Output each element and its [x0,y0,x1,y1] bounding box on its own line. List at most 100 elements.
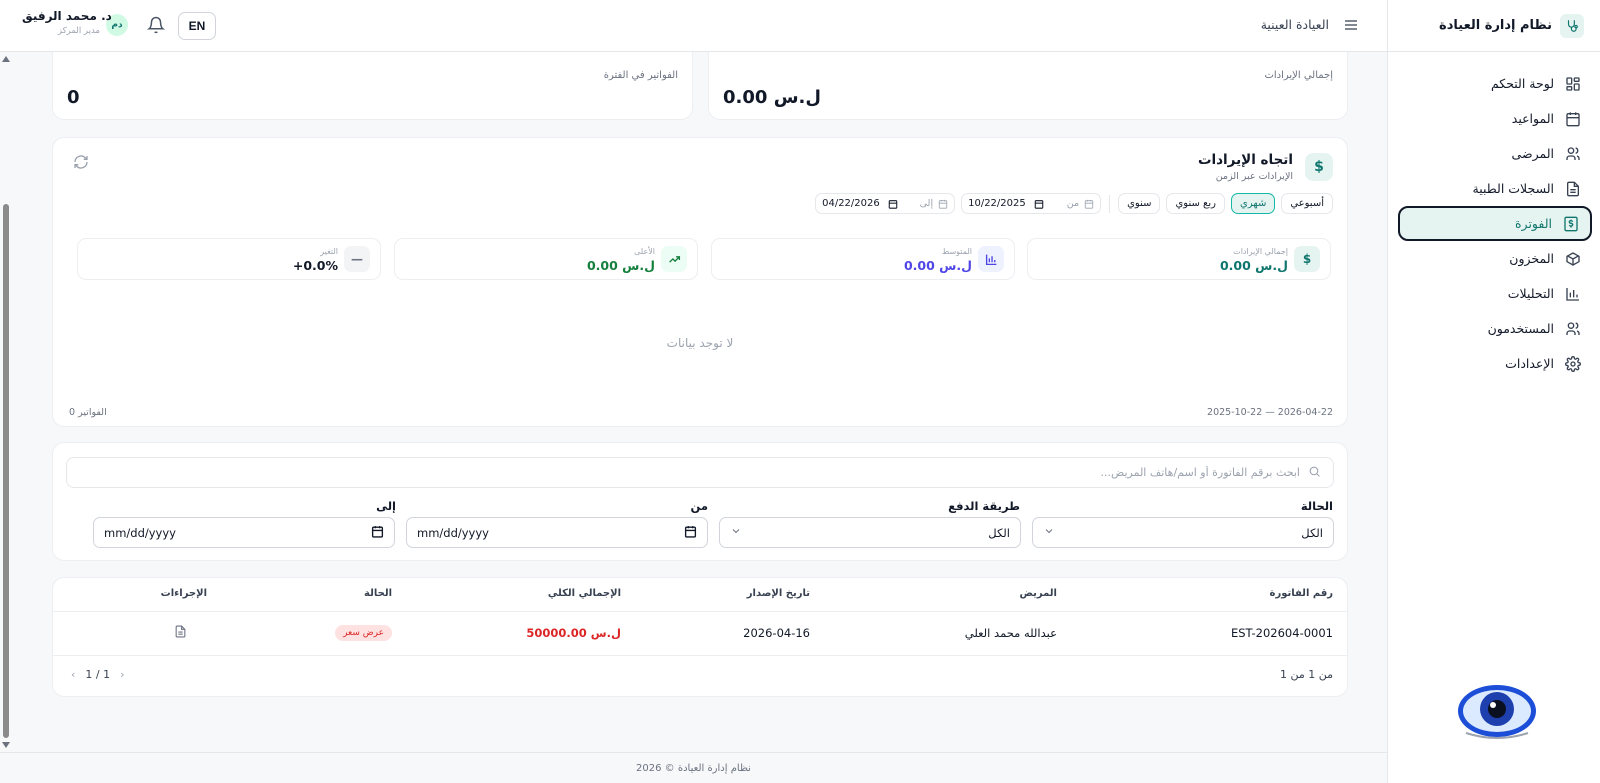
scroll-up-arrow-icon[interactable] [2,56,10,62]
users-icon [1564,145,1582,163]
dollar-icon: $ [1294,246,1320,272]
sidebar-item-label: المواعيد [1511,111,1554,126]
main-content: إجمالي الإيرادات ل.س 0.00 الفواتير في ال… [0,52,1387,752]
scrollbar-thumb[interactable] [3,204,9,738]
status-label: الحالة [1300,499,1333,513]
column-header-number[interactable]: رقم الفاتورة [1270,588,1333,599]
date-from-input[interactable]: mm/dd/yyyy [406,517,708,548]
file-icon [1564,180,1582,198]
summary-average-card: المتوسط ل.س 0.00 [711,238,1015,280]
document-icon[interactable] [174,625,187,641]
period-quarterly-button[interactable]: ربع سنوي [1166,193,1225,214]
from-date-label: من [1066,198,1080,209]
menu-icon[interactable] [1343,17,1359,33]
calendar-picker-icon[interactable] [1034,199,1044,209]
period-weekly-button[interactable]: أسبوعي [1281,193,1333,214]
chevron-left-icon[interactable]: ‹ [71,668,75,681]
revenue-trend-card: $ اتجاه الإيرادات الإيرادات عبر الزمن أس… [52,137,1348,427]
clinic-name: العيادة العينية [1260,17,1329,32]
search-input[interactable] [79,466,1300,479]
minus-icon: — [344,246,370,272]
sidebar-item-appointments[interactable]: المواعيد [1398,101,1592,136]
divider [53,611,1347,612]
app-title: نظام إدارة العيادة [1439,18,1552,33]
calendar-picker-icon[interactable] [684,525,697,541]
dollar-icon [1562,215,1580,233]
column-header-status[interactable]: الحالة [364,588,392,599]
divider [1109,194,1111,213]
date-from-value: mm/dd/yyyy [417,525,489,540]
trending-up-icon [661,246,687,272]
from-date-value: 10/22/2025 [968,198,1026,209]
calendar-picker-icon[interactable] [888,199,898,209]
total-revenue-card: إجمالي الإيرادات ل.س 0.00 [708,52,1348,120]
language-button[interactable]: EN [178,12,216,40]
chevron-down-icon [1043,525,1055,540]
bell-icon[interactable] [146,16,166,34]
calendar-picker-icon[interactable] [371,525,384,541]
chevron-right-icon[interactable]: › [120,668,124,681]
sidebar-item-dashboard[interactable]: لوحة التحكم [1398,66,1592,101]
empty-state: لا توجد بيانات [666,336,734,350]
stat-value: 0 [67,87,80,108]
sidebar-item-users[interactable]: المستخدمون [1398,311,1592,346]
summary-label: المتوسط [941,247,972,256]
topbar: العيادة العينية EN دم د. محمد الرفيق مدي… [0,0,1387,52]
sidebar-item-analytics[interactable]: التحليلات [1398,276,1592,311]
pagination: ‹ 1 / 1 › [71,668,125,681]
to-date-value-wrap: 04/22/2026 [822,198,898,209]
sidebar-item-label: الإعدادات [1505,356,1554,371]
summary-value: +0.0% [292,258,338,273]
payment-method-label: طريقة الدفع [948,499,1020,513]
invoice-count-text: 0 الفواتير [69,407,107,418]
scroll-down-arrow-icon[interactable] [2,742,10,748]
footer: نظام إدارة العيادة © 2026 [0,752,1387,783]
page-indicator: 1 / 1 [85,668,111,681]
issue-date: 2026-04-16 [743,626,810,640]
period-filters: أسبوعي شهري ربع سنوي سنوي من 10/22/2025 … [815,193,1333,214]
to-date-label: إلى [919,198,934,209]
eye-logo-icon [1458,685,1536,739]
sidebar-item-billing[interactable]: الفوترة [1398,206,1592,241]
sidebar-item-medical-records[interactable]: السجلات الطبية [1398,171,1592,206]
date-to-value: mm/dd/yyyy [104,525,176,540]
sidebar-nav: لوحة التحكم المواعيد المرضى السجلات الطب… [1388,52,1600,381]
stat-label: إجمالي الإيرادات [1264,70,1333,81]
bar-chart-icon [978,246,1004,272]
from-date-input[interactable]: من 10/22/2025 [961,193,1102,214]
to-date-label-wrap: إلى [920,198,948,209]
scrollbar[interactable] [0,52,12,752]
date-to-label: إلى [376,499,396,513]
period-yearly-button[interactable]: سنوي [1118,193,1161,214]
dollar-icon: $ [1305,153,1333,181]
sidebar-item-settings[interactable]: الإعدادات [1398,346,1592,381]
gear-icon [1564,355,1582,373]
refresh-icon[interactable] [73,154,89,170]
status-select[interactable]: الكل [1032,517,1334,548]
date-to-input[interactable]: mm/dd/yyyy [93,517,395,548]
to-date-value: 04/22/2026 [822,198,880,209]
invoices-count-card: الفواتير في الفترة 0 [52,52,693,120]
invoice-number[interactable]: EST-202604-0001 [1231,626,1333,640]
calendar-icon [938,199,948,209]
summary-value: ل.س 0.00 [903,258,972,273]
payment-method-select[interactable]: الكل [719,517,1021,548]
stat-value: ل.س 0.00 [723,87,821,108]
column-header-patient[interactable]: المريض [1019,588,1057,599]
to-date-input[interactable]: إلى 04/22/2026 [815,193,956,214]
column-header-date[interactable]: تاريخ الإصدار [747,588,810,599]
sidebar-item-label: المرضى [1511,146,1554,161]
divider [53,655,1347,656]
period-monthly-button[interactable]: شهري [1231,193,1276,214]
sidebar-item-patients[interactable]: المرضى [1398,136,1592,171]
calendar-icon [1564,110,1582,128]
summary-value: ل.س 0.00 [586,258,655,273]
sidebar-item-label: المخزون [1509,251,1554,266]
search-field[interactable] [66,457,1334,488]
column-header-actions: الإجراءات [160,588,207,599]
pagination-summary: من 1 من 1 [1279,668,1333,681]
sidebar-item-inventory[interactable]: المخزون [1398,241,1592,276]
stethoscope-icon [1560,13,1584,38]
column-header-total[interactable]: الإجمالي الكلي [548,588,621,599]
summary-total-card: $ إجمالي الإيرادات ل.س 0.00 [1027,238,1331,280]
